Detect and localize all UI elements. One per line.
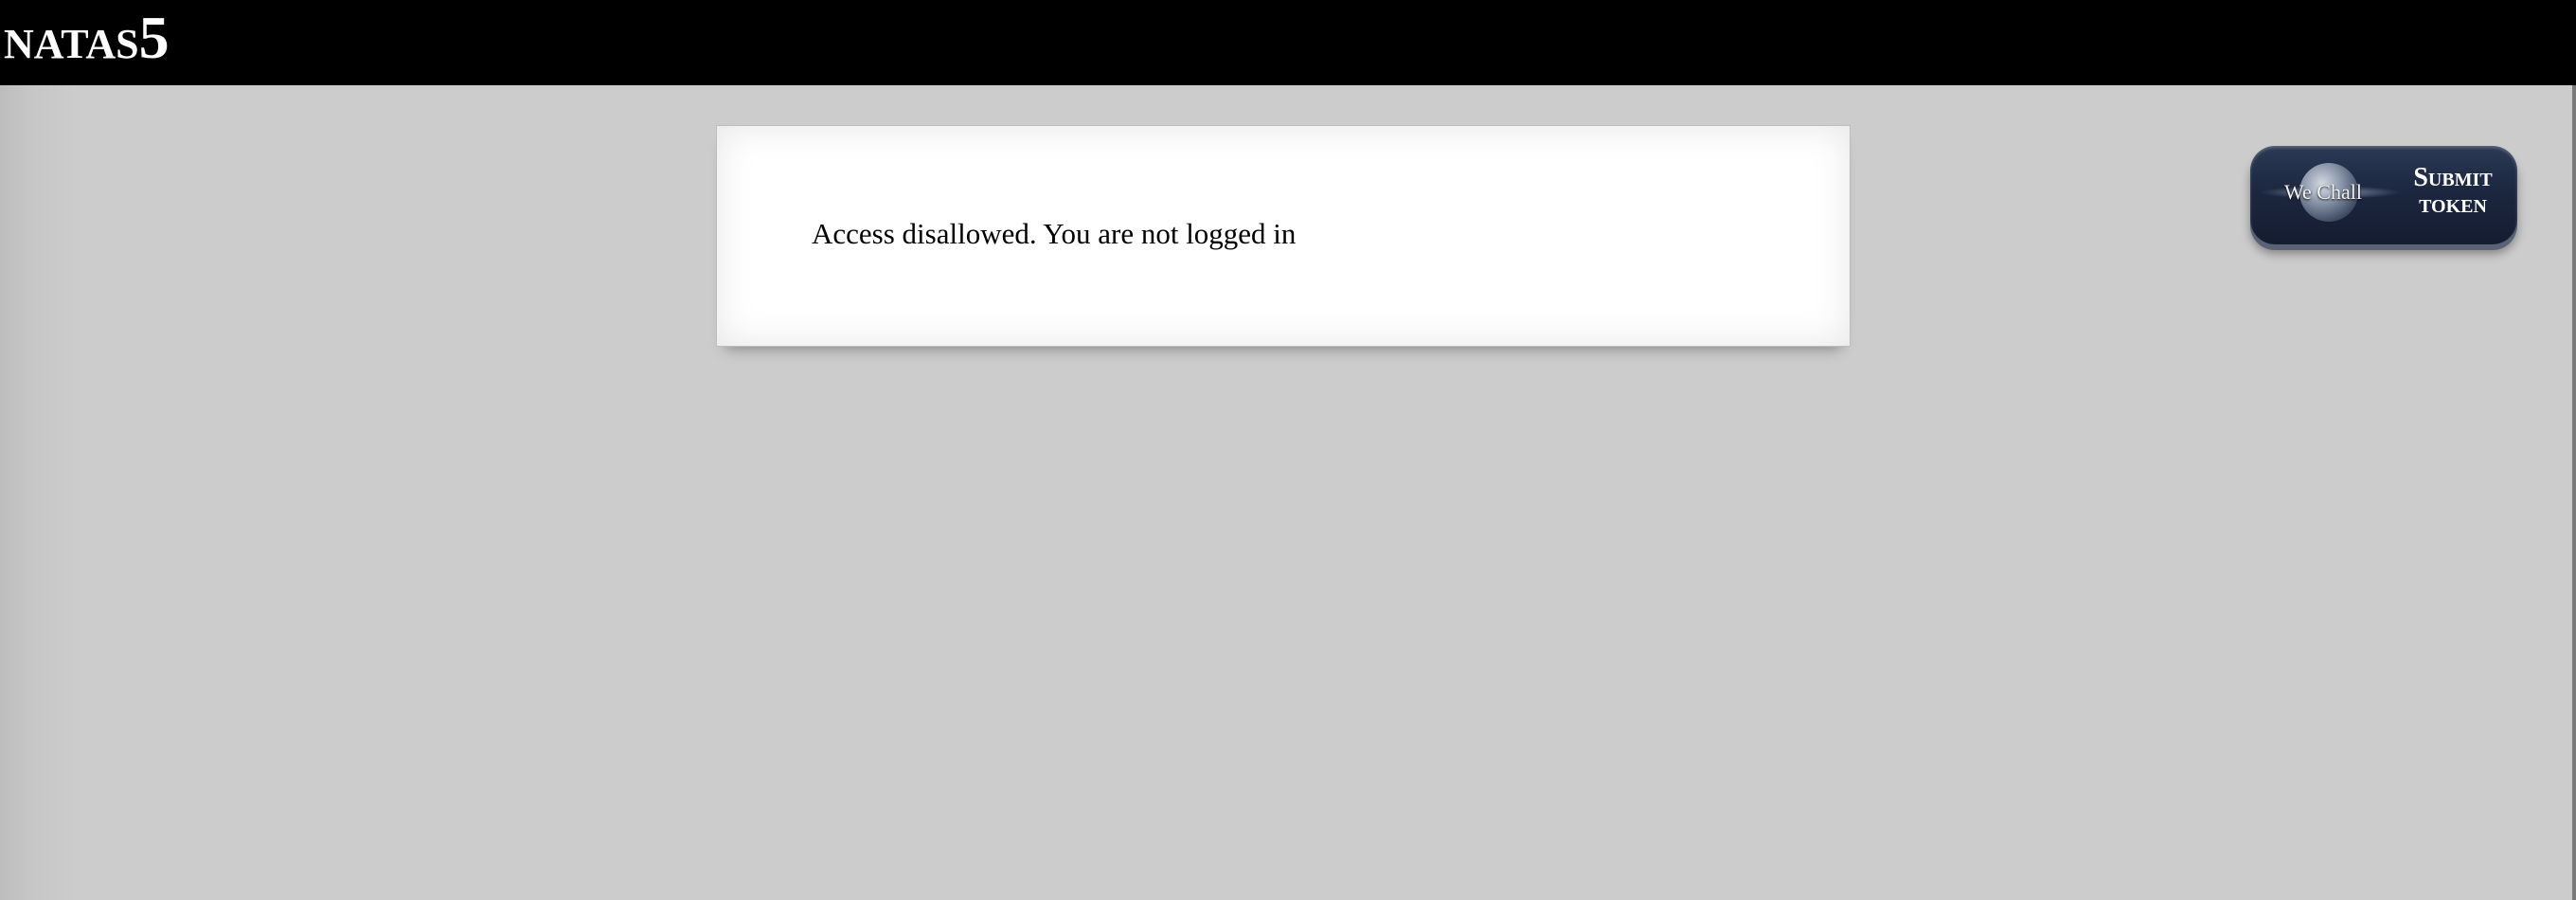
- scrollbar-edge: [2572, 0, 2576, 900]
- content-box: Access disallowed. You are not logged in: [716, 125, 1851, 347]
- access-message: Access disallowed. You are not logged in: [812, 217, 1297, 250]
- token-label: TOKEN: [2419, 196, 2487, 217]
- page-title-word: NATAS: [4, 21, 139, 67]
- wechall-brand: We Chall: [2284, 180, 2362, 204]
- submit-label: Submit: [2413, 163, 2493, 192]
- header-bar: NATAS5: [0, 0, 2576, 85]
- page-title: NATAS5: [4, 8, 170, 68]
- submit-token-label: Submit TOKEN: [2400, 163, 2506, 217]
- wechall-submit-token-button[interactable]: We Chall Submit TOKEN: [2250, 146, 2517, 244]
- page-title-number: 5: [138, 4, 170, 71]
- page-shade: [0, 0, 76, 900]
